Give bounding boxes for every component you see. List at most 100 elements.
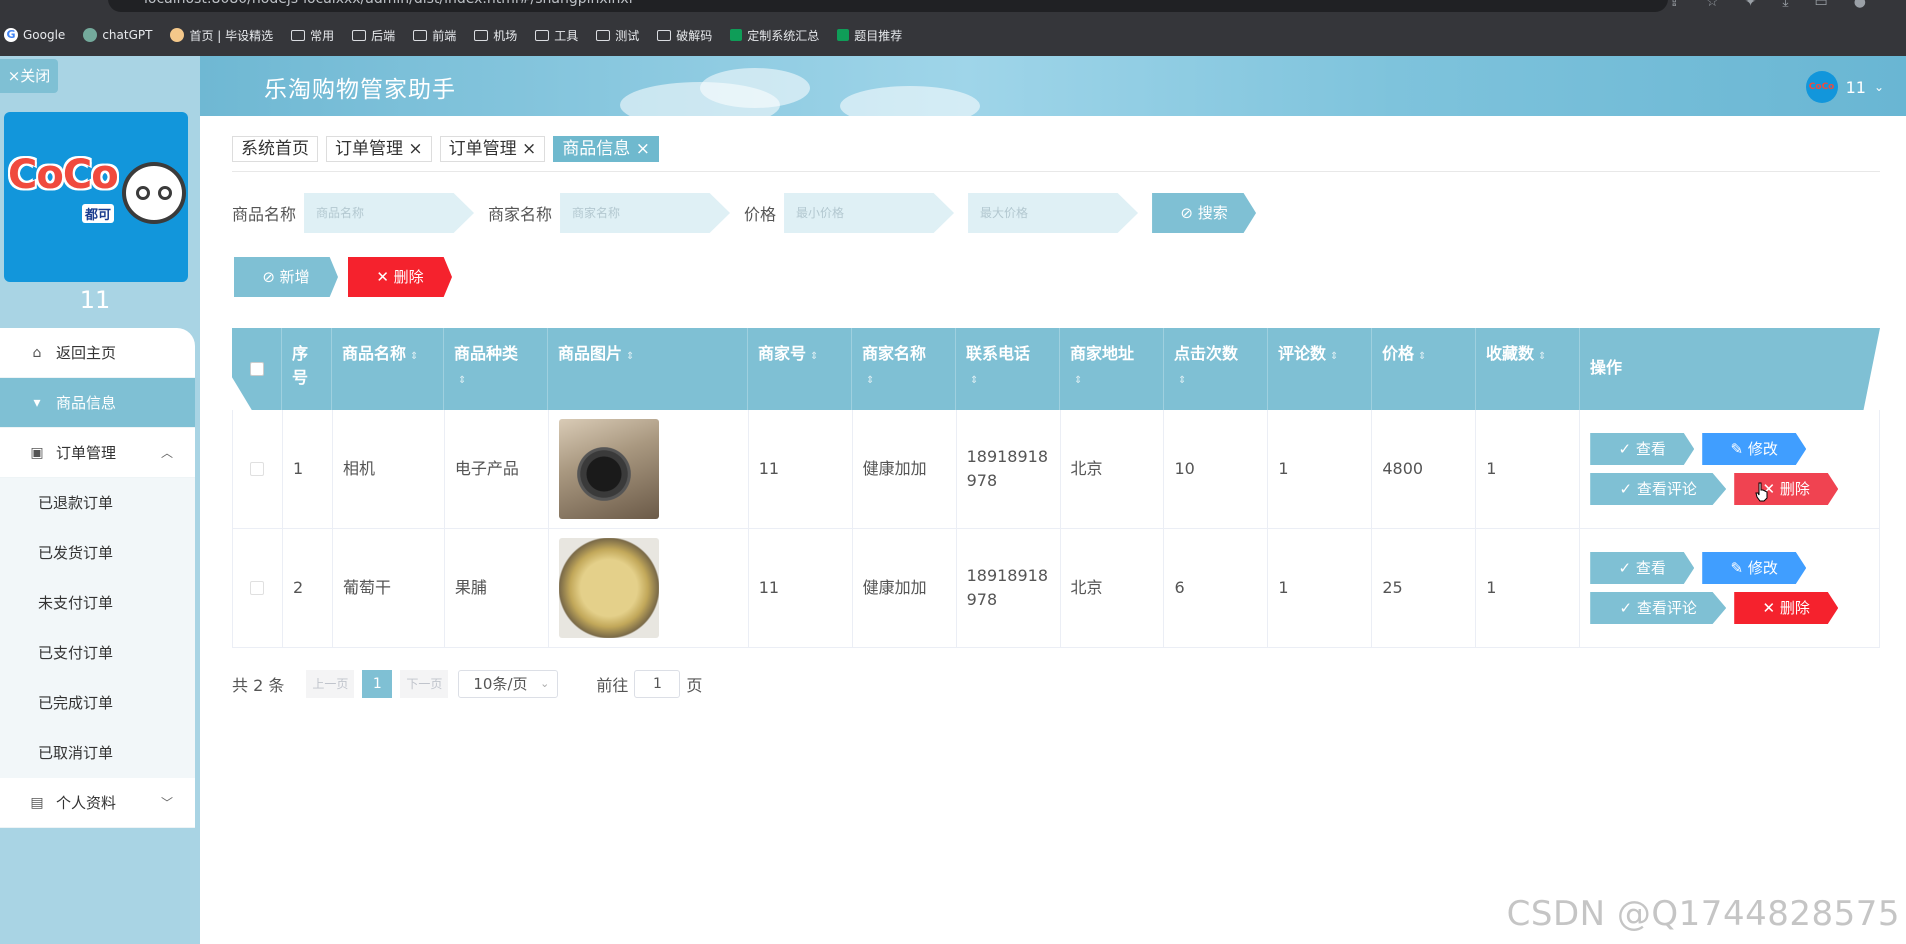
col-image[interactable]: 商品图片 ⇕ xyxy=(548,328,748,410)
bookmark-folder-test[interactable]: 测试 xyxy=(596,27,639,44)
row-checkbox[interactable] xyxy=(233,529,283,647)
sort-icon[interactable]: ⇕ xyxy=(1538,351,1546,362)
select-all-checkbox[interactable] xyxy=(232,328,282,410)
col-merchant-name[interactable]: 商家名称 ⇕ xyxy=(852,328,956,410)
download-icon[interactable]: ⤓ xyxy=(1782,0,1788,10)
col-comments[interactable]: 评论数 ⇕ xyxy=(1268,328,1372,410)
next-page-button[interactable]: 下一页 xyxy=(400,670,449,698)
product-image-raisins[interactable] xyxy=(558,538,659,638)
sort-icon[interactable]: ⇕ xyxy=(1178,375,1186,386)
col-phone[interactable]: 联系电话 ⇕ xyxy=(956,328,1060,410)
extension-icon[interactable]: ✦ xyxy=(1745,0,1757,10)
tab-orders-2[interactable]: 订单管理 × xyxy=(439,136,546,162)
close-icon[interactable]: × xyxy=(517,139,536,159)
top-header: 乐淘购物管家助手 CoCo 11 ⌄ xyxy=(200,56,1906,116)
bookmark-folder-crack[interactable]: 破解码 xyxy=(657,27,712,44)
sidebar-subitem-completed[interactable]: 已完成订单 xyxy=(0,678,195,728)
sidebar-subitem-cancelled[interactable]: 已取消订单 xyxy=(0,728,195,778)
delete-button[interactable]: ✕ 删除 xyxy=(1734,473,1839,505)
page-number-current[interactable]: 1 xyxy=(362,670,393,698)
sort-icon[interactable]: ⇕ xyxy=(866,375,874,386)
bookmark-favicon-icon xyxy=(170,28,185,42)
view-reviews-button[interactable]: ✓ 查看评论 xyxy=(1590,592,1727,624)
delete-button[interactable]: ✕ 删除 xyxy=(1734,592,1839,624)
window-icon[interactable]: ▭ xyxy=(1815,0,1828,10)
col-favorites[interactable]: 收藏数 ⇕ xyxy=(1476,328,1580,410)
bookmark-bishe[interactable]: 首页 | 毕设精选 xyxy=(170,27,273,44)
share-icon[interactable]: ⇪ xyxy=(1668,0,1680,10)
bookmark-topics[interactable]: 题目推荐 xyxy=(837,27,902,44)
sort-icon[interactable]: ⇕ xyxy=(410,351,418,362)
goto-label: 前往 xyxy=(596,676,629,695)
profile-icon[interactable]: ● xyxy=(1854,0,1866,10)
table-header: 序号 商品名称 ⇕ 商品种类 ⇕ 商品图片 ⇕ 商家号 ⇕ 商家名称 ⇕ 联系电话 ⇕ 商家… xyxy=(232,328,1880,410)
min-price-input[interactable]: 最小价格 xyxy=(784,193,955,233)
bookmark-folder-common[interactable]: 常用 xyxy=(291,27,334,44)
sort-icon[interactable]: ⇕ xyxy=(810,351,818,362)
sort-icon[interactable]: ⇕ xyxy=(1074,375,1082,386)
header-username: 11 xyxy=(1845,77,1866,97)
goto-page-input[interactable]: 1 xyxy=(634,670,681,698)
bookmark-folder-backend[interactable]: 后端 xyxy=(352,27,395,44)
col-name[interactable]: 商品名称 ⇕ xyxy=(332,328,444,410)
star-icon[interactable]: ☆ xyxy=(1706,0,1719,10)
add-button[interactable]: ⊘ 新增 xyxy=(234,257,338,297)
col-merchant-no[interactable]: 商家号 ⇕ xyxy=(748,328,852,410)
tab-home[interactable]: 系统首页 xyxy=(232,136,318,162)
close-icon[interactable]: × xyxy=(630,139,650,159)
sort-icon[interactable]: ⇕ xyxy=(458,375,466,386)
close-icon[interactable]: × xyxy=(403,139,422,159)
bookmarks-bar: G Google chatGPT 首页 | 毕设精选 常用 后端 前端 机场 工具… xyxy=(0,22,920,48)
edit-button[interactable]: ✎ 修改 xyxy=(1702,552,1807,584)
col-category[interactable]: 商品种类 ⇕ xyxy=(444,328,548,410)
col-price[interactable]: 价格 ⇕ xyxy=(1372,328,1476,410)
row-checkbox[interactable] xyxy=(233,410,283,528)
edit-button[interactable]: ✎ 修改 xyxy=(1702,433,1807,465)
hand-cursor-icon xyxy=(1755,482,1768,502)
sidebar-subitem-paid[interactable]: 已支付订单 xyxy=(0,628,195,678)
sidebar-subitem-unpaid[interactable]: 未支付订单 xyxy=(0,578,195,628)
product-icon: ▾ xyxy=(33,394,41,411)
product-image-camera[interactable] xyxy=(558,419,659,519)
product-name-input[interactable]: 商品名称 xyxy=(304,193,475,233)
sidebar-subitem-shipped[interactable]: 已发货订单 xyxy=(0,528,195,578)
address-bar[interactable]: localhost:8080/nodejs-localxxx/admin/dis… xyxy=(108,0,1668,12)
tab-products[interactable]: 商品信息 × xyxy=(553,136,659,162)
sidebar-item-home[interactable]: ⌂ 返回主页 xyxy=(0,328,195,378)
col-clicks[interactable]: 点击次数 ⇕ xyxy=(1164,328,1268,410)
cell-phone: 18918918978 xyxy=(957,529,1061,647)
prev-page-button[interactable]: 上一页 xyxy=(306,670,355,698)
batch-delete-button[interactable]: ✕ 删除 xyxy=(348,257,452,297)
tab-orders[interactable]: 订单管理 × xyxy=(326,136,432,162)
view-button[interactable]: ✓ 查看 xyxy=(1590,433,1695,465)
bookmark-chatgpt[interactable]: chatGPT xyxy=(83,28,152,42)
sidebar-item-orders[interactable]: ▣ 订单管理 ︿ xyxy=(0,428,195,478)
sidebar-item-products[interactable]: ▾ 商品信息 xyxy=(0,378,195,428)
col-address[interactable]: 商家地址 ⇕ xyxy=(1060,328,1164,410)
bookmark-folder-airport[interactable]: 机场 xyxy=(474,27,517,44)
close-sidebar-button[interactable]: ×关闭 xyxy=(0,59,58,93)
merchant-name-input[interactable]: 商家名称 xyxy=(560,193,731,233)
sort-icon[interactable]: ⇕ xyxy=(626,351,634,362)
bookmark-folder-frontend[interactable]: 前端 xyxy=(413,27,456,44)
sort-icon[interactable]: ⇕ xyxy=(1330,351,1338,362)
sidebar-item-profile[interactable]: ▤ 个人资料 ﹀ xyxy=(0,778,195,828)
sidebar-subitem-refunded[interactable]: 已退款订单 xyxy=(0,478,195,528)
page-size-select[interactable]: 10条/页 ⌄ xyxy=(458,670,559,698)
check-icon: ✓ xyxy=(1618,440,1636,458)
sort-icon[interactable]: ⇕ xyxy=(970,375,978,386)
max-price-input[interactable]: 最大价格 xyxy=(968,193,1139,233)
cell-price: 25 xyxy=(1372,529,1477,647)
sort-icon[interactable]: ⇕ xyxy=(1418,351,1426,362)
total-count: 共 2 条 xyxy=(232,676,285,695)
bookmark-google[interactable]: G Google xyxy=(4,28,65,42)
user-menu[interactable]: CoCo 11 ⌄ xyxy=(1805,71,1884,103)
view-reviews-button[interactable]: ✓ 查看评论 xyxy=(1590,473,1727,505)
search-button[interactable]: ⊘ 搜索 xyxy=(1152,193,1257,233)
cell-index: 1 xyxy=(283,410,333,528)
sidebar-username: 11 xyxy=(79,286,111,314)
view-button[interactable]: ✓ 查看 xyxy=(1590,552,1695,584)
bookmark-folder-tools[interactable]: 工具 xyxy=(535,27,578,44)
col-operations: 操作 xyxy=(1590,358,1623,377)
bookmark-custom-systems[interactable]: 定制系统汇总 xyxy=(730,27,819,44)
